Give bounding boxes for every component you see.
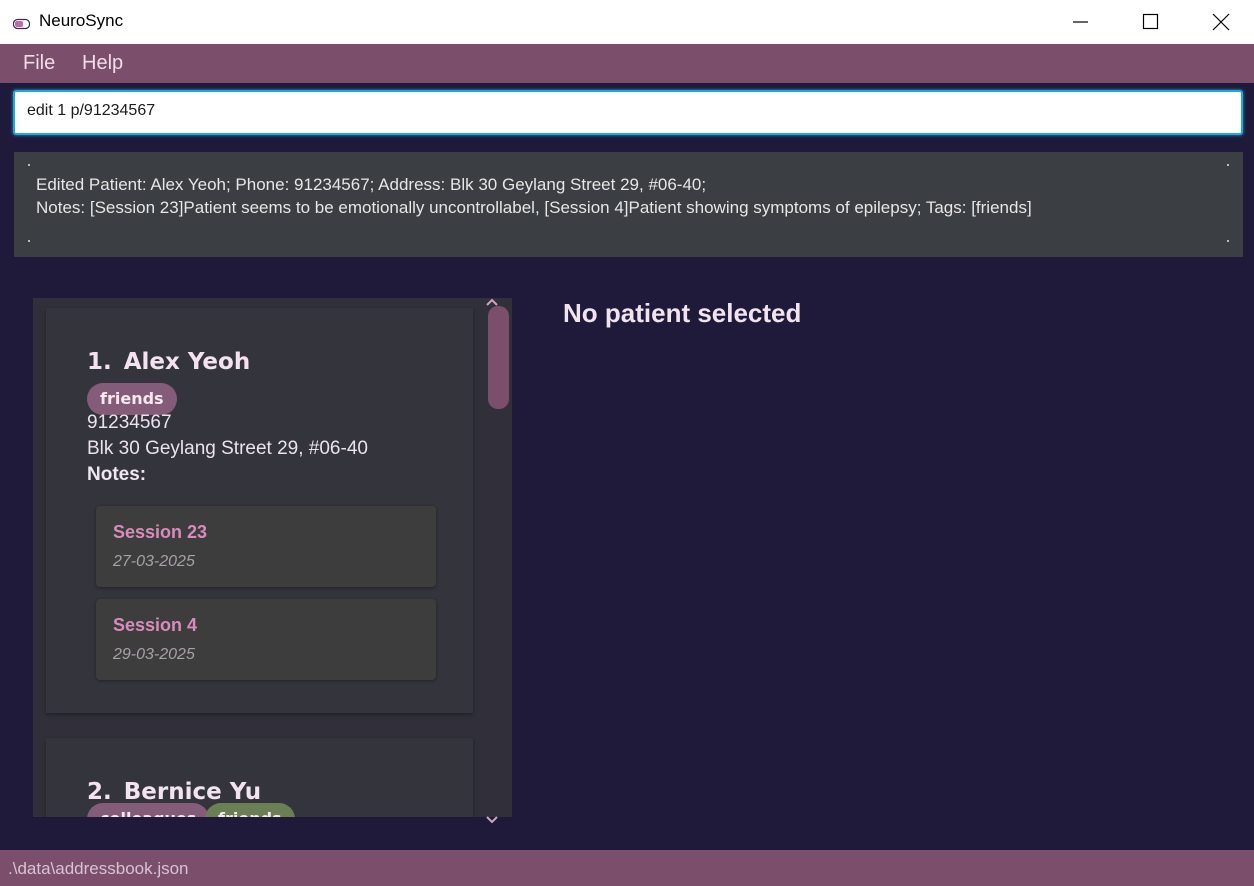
- menu-file[interactable]: File: [23, 52, 55, 75]
- patient-name-text: Alex Yeoh: [123, 349, 251, 375]
- corner-dot: [1227, 240, 1229, 242]
- minimize-icon: [1073, 21, 1088, 23]
- patient-name-text: Bernice Yu: [123, 779, 262, 805]
- close-button[interactable]: [1186, 0, 1254, 44]
- tag-friends: friends: [205, 803, 295, 817]
- note-date: 29-03-2025: [113, 646, 195, 663]
- notes-label: Notes:: [87, 464, 147, 485]
- patient-index: 1.: [87, 349, 112, 375]
- command-input[interactable]: edit 1 p/91234567: [27, 102, 155, 120]
- patient-phone: 91234567: [87, 412, 172, 433]
- patient-name: 2. Bernice Yu: [87, 779, 261, 805]
- maximize-icon: [1142, 13, 1159, 30]
- window-title: NeuroSync: [39, 11, 124, 30]
- result-display: Edited Patient: Alex Yeoh; Phone: 912345…: [14, 152, 1243, 257]
- result-line-1: Edited Patient: Alex Yeoh; Phone: 912345…: [36, 175, 707, 194]
- menu-bar: File Help: [0, 44, 1254, 83]
- note-title: Session 4: [113, 615, 198, 635]
- data-file-path: .\data\addressbook.json: [8, 859, 189, 878]
- scroll-down-icon[interactable]: [485, 810, 499, 824]
- menu-help[interactable]: Help: [82, 52, 123, 75]
- patient-list[interactable]: 1. Alex Yeoh friends 91234567 Blk 30 Geyl…: [33, 298, 512, 817]
- close-icon: [1212, 13, 1230, 31]
- maximize-button[interactable]: [1116, 0, 1186, 44]
- scroll-up-icon[interactable]: [485, 292, 499, 306]
- status-bar: .\data\addressbook.json: [0, 850, 1254, 886]
- patient-index: 2.: [87, 779, 112, 805]
- corner-dot: [1227, 164, 1229, 166]
- result-line-2: Notes: [Session 23]Patient seems to be e…: [36, 198, 1032, 217]
- app-logo-icon: [12, 15, 31, 30]
- note-card[interactable]: Session 23 27-03-2025: [96, 506, 436, 587]
- title-bar: NeuroSync: [0, 0, 1254, 44]
- patient-card[interactable]: 2. Bernice Yu colleagues friends: [46, 738, 473, 817]
- patient-name: 1. Alex Yeoh: [87, 349, 250, 375]
- tag-colleagues: colleagues: [87, 803, 210, 817]
- tag-friends: friends: [87, 383, 177, 415]
- minimize-button[interactable]: [1046, 0, 1116, 44]
- note-title: Session 23: [113, 522, 208, 542]
- corner-dot: [28, 164, 30, 166]
- note-card[interactable]: Session 4 29-03-2025: [96, 599, 436, 680]
- corner-dot: [28, 240, 30, 242]
- command-box[interactable]: edit 1 p/91234567: [13, 90, 1243, 135]
- patient-card[interactable]: 1. Alex Yeoh friends 91234567 Blk 30 Geyl…: [46, 308, 473, 713]
- scrollbar-thumb[interactable]: [488, 306, 509, 409]
- note-date: 27-03-2025: [113, 553, 195, 570]
- detail-placeholder: No patient selected: [563, 298, 802, 328]
- patient-address: Blk 30 Geylang Street 29, #06-40: [87, 438, 368, 459]
